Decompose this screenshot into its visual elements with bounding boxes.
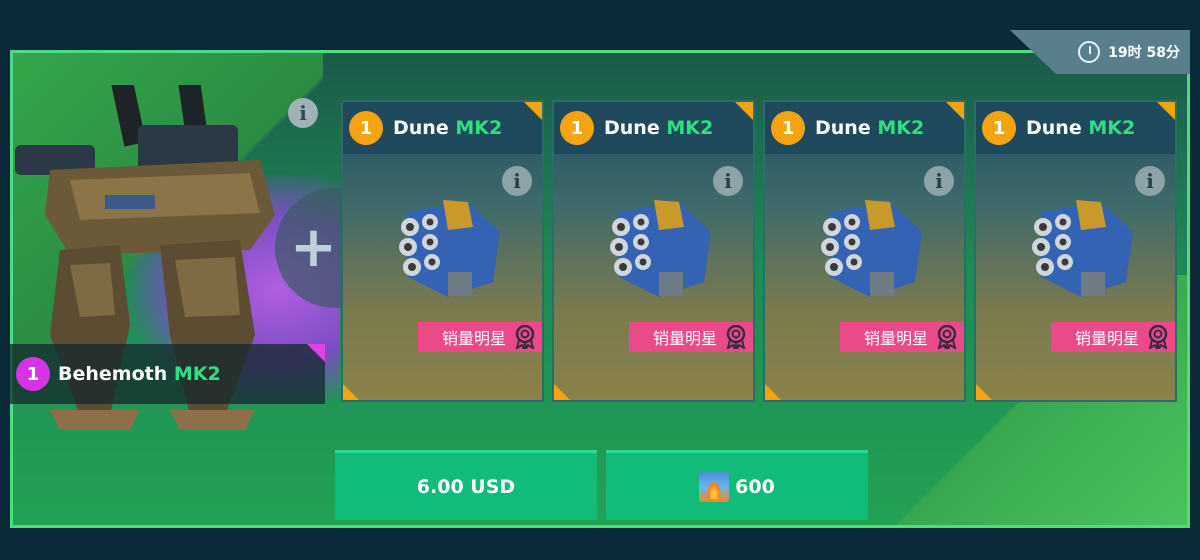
currency-amount: 600 (735, 475, 775, 498)
card-level-badge: 1 (349, 111, 383, 145)
buy-currency-button[interactable]: 600 (606, 450, 868, 520)
robot-level-badge: 1 (16, 357, 50, 391)
weapon-image (399, 200, 500, 297)
bestseller-badge: 销量明星 (629, 322, 753, 352)
plus-icon: + (290, 215, 337, 280)
rarity-corner (307, 344, 325, 362)
card-weapon-mk: MK2 (666, 117, 714, 139)
card-header: 1 Dune MK2 (765, 102, 964, 154)
weapon-card[interactable]: 1 Dune MK2 i 销量明星 (763, 100, 966, 402)
card-corner-marker (765, 384, 781, 400)
card-corner-marker (554, 384, 570, 400)
weapon-card[interactable]: 1 Dune MK2 i 销量明星 (341, 100, 544, 402)
fire-gem-icon (699, 471, 730, 502)
card-weapon-name: Dune (815, 117, 871, 139)
weapon-image (821, 200, 922, 297)
card-weapon-name: Dune (393, 117, 449, 139)
robot-mk: MK2 (173, 363, 221, 385)
card-header: 1 Dune MK2 (554, 102, 753, 154)
timer-text: 19时 58分 (1108, 45, 1180, 61)
robot-name: Behemoth (58, 363, 168, 385)
weapon-image (610, 200, 711, 297)
card-weapon-mk: MK2 (877, 117, 925, 139)
card-weapon-name: Dune (604, 117, 660, 139)
badge-text: 销量明星 (441, 329, 506, 348)
robot-info-icon[interactable]: i (288, 98, 318, 128)
weapon-card[interactable]: 1 Dune MK2 i 销量明星 (552, 100, 755, 402)
bestseller-badge: 销量明星 (418, 322, 542, 352)
ribbon-medal-icon (515, 325, 535, 349)
ribbon-medal-icon (937, 325, 957, 349)
card-weapon-mk: MK2 (1088, 117, 1136, 139)
buy-usd-button[interactable]: 6.00 USD (335, 450, 597, 520)
card-weapon-mk: MK2 (455, 117, 503, 139)
bestseller-badge: 销量明星 (1051, 322, 1175, 352)
card-level-badge: 1 (982, 111, 1016, 145)
ribbon-medal-icon (726, 325, 746, 349)
card-rarity-corner (735, 102, 753, 120)
badge-text: 销量明星 (1074, 329, 1139, 348)
card-level-badge: 1 (560, 111, 594, 145)
card-header: 1 Dune MK2 (343, 102, 542, 154)
clock-icon (1078, 41, 1101, 63)
card-weapon-name: Dune (1026, 117, 1082, 139)
card-header: 1 Dune MK2 (976, 102, 1175, 154)
card-corner-marker (976, 384, 992, 400)
buy-usd-label: 6.00 USD (416, 475, 516, 498)
card-rarity-corner (524, 102, 542, 120)
weapon-image (1032, 200, 1133, 297)
bestseller-badge: 销量明星 (840, 322, 964, 352)
card-rarity-corner (946, 102, 964, 120)
badge-text: 销量明星 (863, 329, 928, 348)
badge-text: 销量明星 (652, 329, 717, 348)
weapon-card[interactable]: 1 Dune MK2 i 销量明星 (974, 100, 1177, 402)
robot-name-label: 1 Behemoth MK2 (10, 344, 325, 404)
card-rarity-corner (1157, 102, 1175, 120)
card-corner-marker (343, 384, 359, 400)
ribbon-medal-icon (1148, 325, 1168, 349)
card-level-badge: 1 (771, 111, 805, 145)
